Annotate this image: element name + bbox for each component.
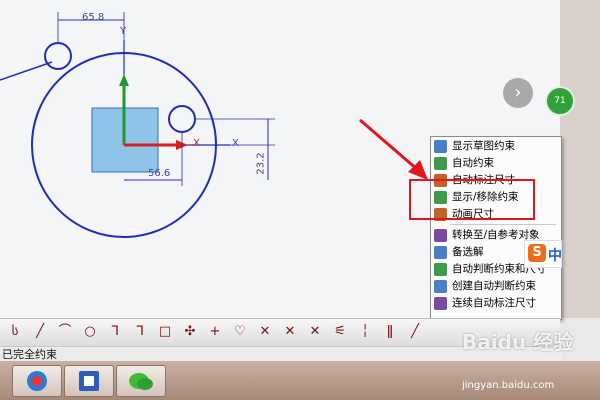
menu-item[interactable]: 创建自动判断约束 [430,278,560,295]
ime-mode-label: 中 [548,248,562,264]
menu-item-label: 创建自动判断约束 [452,280,536,292]
sketch-tool-icon[interactable]: ⌒ [56,322,74,342]
dimension-vertical[interactable]: 23.2 [256,152,267,174]
sketch-tool-icon[interactable]: ǁ [381,322,399,342]
sketch-tool-icon[interactable]: □ [156,322,174,342]
menu-item-icon [434,263,447,276]
badge-icon[interactable]: 71 [545,86,575,116]
tangent-line[interactable] [0,61,53,81]
axis-x2-label: X [232,138,239,149]
sketch-tool-icon[interactable]: ᒣ [106,322,124,342]
menu-item-icon [434,140,447,153]
sketch-tool-icon[interactable]: ✕ [256,322,274,342]
menu-item-icon [434,229,447,242]
taskbar-app-browser-icon[interactable] [12,365,62,397]
status-text: 已完全约束 [2,348,57,361]
sketch-tool-icon[interactable]: + [206,322,224,342]
sketch-tool-icon[interactable]: ✕ [281,322,299,342]
sketch-tool-icon[interactable]: ⚟ [331,322,349,342]
menu-item-label: 连续自动标注尺寸 [452,297,536,309]
sketch-tool-icon[interactable]: ╱ [406,322,424,342]
sketch-tool-icon[interactable]: ○ [81,322,99,342]
sketch-tool-icon[interactable]: ✕ [306,322,324,342]
menu-item-icon [434,280,447,293]
menu-item[interactable]: 连续自动标注尺寸 [430,295,560,312]
dimension-horizontal[interactable]: 65.8 [82,12,104,23]
taskbar-app-word-icon[interactable] [64,365,114,397]
background-strip [560,0,600,318]
sketch-tool-icon[interactable]: ╎ [356,322,374,342]
screenshot-frame: 65.8 56.6 23.2 Y X X › 71 显示草图约束 自动约束 自动标注… [0,0,600,400]
dimension-small[interactable]: 56.6 [148,168,170,179]
small-circle-left[interactable] [44,42,72,70]
axis-y-label: Y [120,26,127,37]
ime-indicator[interactable]: S 中 [524,240,562,268]
small-circle-right[interactable] [168,105,196,133]
menu-item-label: 备选解 [452,246,484,258]
sogou-logo-icon: S [528,244,546,262]
highlight-box [409,179,535,220]
menu-item[interactable]: 显示草图约束 [430,138,560,155]
menu-item-icon [434,297,447,310]
menu-item[interactable]: 自动约束 [430,155,560,172]
menu-item-icon [434,157,447,170]
sketch-tool-icon[interactable]: ᒣ [131,322,149,342]
sketch-tool-icon[interactable]: ✣ [181,322,199,342]
next-arrow-button[interactable]: › [503,78,533,108]
menu-item-icon [434,246,447,259]
menu-item-label: 自动约束 [452,157,494,169]
menu-separator [450,224,556,225]
sketch-tool-icon[interactable]: ს [6,322,24,342]
sketch-tool-icon[interactable]: ╱ [31,322,49,342]
menu-item-label: 显示草图约束 [452,140,515,152]
watermark-brand: Baidu 经验 [462,330,574,354]
annotation-arrow [359,118,419,172]
taskbar-app-wechat-icon[interactable] [116,365,166,397]
axis-x-label: X [193,138,200,149]
watermark-url: jingyan.baidu.com [462,380,555,391]
sketch-tool-icon[interactable]: ♡ [231,322,249,342]
